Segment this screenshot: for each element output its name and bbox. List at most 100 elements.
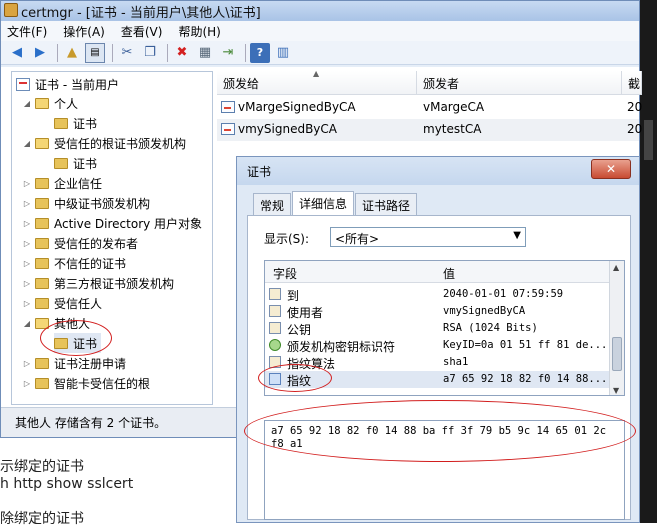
tree-item-other-people-certificates[interactable]: 证书 [54,333,102,353]
dialog-titlebar[interactable]: 证书 ✕ [237,157,639,185]
field-row[interactable]: 指纹算法 sha1 [265,354,610,371]
column-header-field[interactable]: 字段 [273,265,297,282]
field-doc-icon [269,356,281,368]
collapsed-arrow-icon[interactable]: ▷ [22,219,32,228]
properties-icon[interactable]: ▦ [195,43,215,63]
tree-item-trusted-publishers[interactable]: ▷ 受信任的发布者 [22,233,138,253]
folder-icon [35,277,49,289]
show-hide-tree-icon[interactable]: ▤ [85,42,105,63]
field-row[interactable]: 公钥 RSA (1024 Bits) [265,320,610,337]
field-value: 2040-01-01 07:59:59 [443,288,564,300]
background-text-line-2: h http show sslcert [0,476,134,492]
tree-item-third-party-root[interactable]: ▷ 第三方根证书颁发机构 [22,273,174,293]
folder-icon [35,177,49,189]
tree-item-label: 中级证书颁发机构 [54,196,151,211]
menu-view[interactable]: 查看(V) [121,23,163,40]
help-topics-icon[interactable]: ▥ [273,43,293,63]
tab-general[interactable]: 常规 [253,193,292,215]
field-row[interactable]: 到 2040-01-01 07:59:59 [265,286,610,303]
expanded-arrow-icon[interactable]: ◢ [22,99,32,108]
folder-icon [54,337,68,349]
back-arrow-icon[interactable]: ◀ [7,43,27,63]
dropdown-arrow-icon[interactable]: ▼ [513,230,521,241]
tree-item-personal[interactable]: ◢ 个人 [22,93,78,113]
tree-item-enterprise-trust[interactable]: ▷ 企业信任 [22,173,102,193]
tab-details[interactable]: 详细信息 [292,191,355,215]
field-name: 使用者 [287,306,324,320]
menu-action[interactable]: 操作(A) [63,23,105,40]
tree-item-label: 受信任人 [54,296,103,311]
collapsed-arrow-icon[interactable]: ▷ [22,359,32,368]
copy-icon[interactable]: ❐ [140,43,160,63]
collapsed-arrow-icon[interactable]: ▷ [22,179,32,188]
tree-item-other-people[interactable]: ◢ 其他人 [22,313,90,333]
tree-item-intermediate-ca[interactable]: ▷ 中级证书颁发机构 [22,193,150,213]
menu-file[interactable]: 文件(F) [7,23,47,40]
tree-item-label: Active Directory 用户对象 [54,216,203,231]
scroll-thumb[interactable] [612,337,622,371]
field-row[interactable]: 使用者 vmySignedByCA [265,303,610,320]
help-icon[interactable]: ? [250,42,270,63]
delete-icon[interactable]: ✖ [172,43,192,63]
folder-icon [35,317,49,329]
tree-item-active-directory[interactable]: ▷ Active Directory 用户对象 [22,213,202,233]
expanded-arrow-icon[interactable]: ◢ [22,319,32,328]
field-row[interactable]: 颁发机构密钥标识符 KeyID=0a 01 51 ff 81 de... [265,337,610,354]
collapsed-arrow-icon[interactable]: ▷ [22,299,32,308]
tree-item-trusted-root[interactable]: ◢ 受信任的根证书颁发机构 [22,133,186,153]
tree-item-smartcard-root[interactable]: ▷ 智能卡受信任的根 [22,373,150,393]
issued-to-text: vMargeSignedByCA [238,100,356,114]
show-label: 显示(S): [264,232,310,246]
tree-item-personal-certificates[interactable]: 证书 [54,113,97,133]
tree-item-enrollment-requests[interactable]: ▷ 证书注册申请 [22,353,126,373]
folder-icon [35,137,49,149]
toolbar: ◀ ▶ ▲ ▤ ✂ ❐ ✖ ▦ ⇥ ? ▥ [1,41,639,65]
collapsed-arrow-icon[interactable]: ▷ [22,239,32,248]
issued-to-cell: vmySignedByCA [221,122,337,136]
list-item[interactable]: vmySignedByCA mytestCA 20 [217,119,642,141]
list-item[interactable]: vMargeSignedByCA vMargeCA 20 [217,97,642,119]
folder-icon [35,297,49,309]
field-doc-icon [269,305,281,317]
tab-certification-path[interactable]: 证书路径 [355,193,418,215]
field-value-box[interactable]: a7 65 92 18 82 f0 14 88 ba ff 3f 79 b5 9… [264,420,625,520]
folder-icon [35,217,49,229]
export-list-icon[interactable]: ⇥ [218,43,238,63]
column-header-value[interactable]: 值 [443,265,455,282]
field-value: RSA (1024 Bits) [443,322,538,334]
field-doc-icon [269,288,281,300]
tree-item-trusted-root-certificates[interactable]: 证书 [54,153,97,173]
menu-bar: 文件(F) 操作(A) 查看(V) 帮助(H) [1,21,639,41]
column-header-issued-to[interactable]: 颁发给 ▲ [217,69,417,95]
dialog-tabs: 常规 详细信息 证书路径 [253,191,418,215]
expanded-arrow-icon[interactable]: ◢ [22,139,32,148]
certificate-icon [221,101,235,113]
show-dropdown[interactable]: <所有> ▼ [330,227,526,247]
window-titlebar[interactable]: certmgr - [证书 - 当前用户\其他人\证书] [1,1,639,21]
console-scroll-thumb[interactable] [644,120,653,160]
tree-item-untrusted[interactable]: ▷ 不信任的证书 [22,253,126,273]
fields-scrollbar[interactable]: ▲ ▼ [609,261,624,395]
close-button[interactable]: ✕ [591,159,631,179]
tree-item-trusted-people[interactable]: ▷ 受信任人 [22,293,102,313]
tree-item-label: 智能卡受信任的根 [54,376,151,391]
scroll-down-icon[interactable]: ▼ [613,386,619,395]
field-name: 到 [287,289,300,303]
field-name: 指纹算法 [287,357,336,371]
tree-item-label: 证书 [73,336,98,351]
tree-root[interactable]: 证书 - 当前用户 [16,74,119,94]
field-row-thumbprint[interactable]: 指纹 a7 65 92 18 82 f0 14 88... [265,371,610,388]
collapsed-arrow-icon[interactable]: ▷ [22,279,32,288]
collapsed-arrow-icon[interactable]: ▷ [22,259,32,268]
up-folder-icon[interactable]: ▲ [62,43,82,63]
column-header-issued-by[interactable]: 颁发者 [417,71,622,95]
scroll-up-icon[interactable]: ▲ [613,263,619,272]
tree-item-label: 企业信任 [54,176,103,191]
collapsed-arrow-icon[interactable]: ▷ [22,199,32,208]
column-header-expiration[interactable]: 截 [622,71,642,95]
tree-item-label: 第三方根证书颁发机构 [54,276,175,291]
collapsed-arrow-icon[interactable]: ▷ [22,379,32,388]
menu-help[interactable]: 帮助(H) [178,23,220,40]
cut-icon[interactable]: ✂ [117,43,137,63]
forward-arrow-icon[interactable]: ▶ [30,43,50,63]
